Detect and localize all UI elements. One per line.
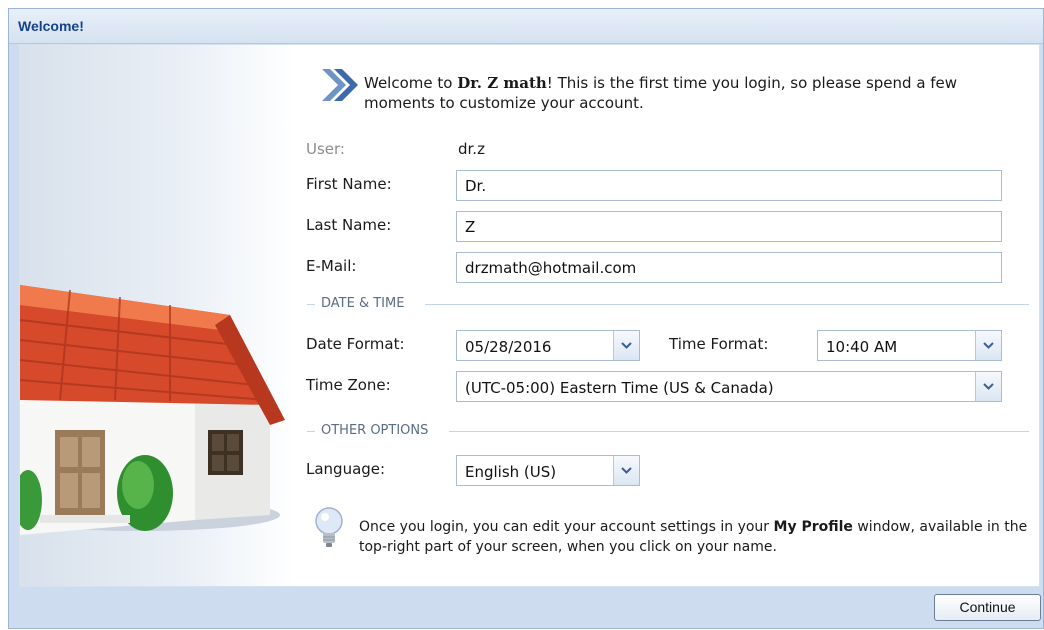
chevron-down-icon	[983, 383, 994, 390]
time-format-label: Time Format:	[669, 335, 769, 353]
profile-hint: Once you login, you can edit your accoun…	[359, 517, 1029, 557]
section-divider	[307, 304, 315, 305]
last-name-label: Last Name:	[306, 216, 392, 234]
language-value: English (US)	[465, 463, 557, 481]
time-format-dropdown-button[interactable]	[975, 331, 1001, 360]
footer-bar	[9, 585, 1043, 630]
time-format-select[interactable]: 10:40 AM	[817, 330, 1002, 361]
continue-button[interactable]: Continue	[934, 594, 1041, 621]
time-zone-value: (UTC-05:00) Eastern Time (US & Canada)	[465, 379, 774, 397]
section-divider	[449, 431, 1029, 432]
title-bar: Welcome!	[9, 9, 1043, 44]
language-label: Language:	[306, 460, 386, 478]
section-divider	[425, 304, 1029, 305]
other-options-section-title: OTHER OPTIONS	[321, 423, 429, 438]
brand-name: Dr. Z math	[457, 74, 547, 92]
chevron-down-icon	[621, 342, 632, 349]
double-chevron-icon	[322, 69, 358, 101]
language-select[interactable]: English (US)	[456, 455, 640, 486]
time-format-value: 10:40 AM	[826, 338, 898, 356]
language-dropdown-button[interactable]	[613, 456, 639, 485]
date-format-dropdown-button[interactable]	[613, 331, 639, 360]
hint-prefix: Once you login, you can edit your accoun…	[359, 519, 774, 535]
welcome-panel	[19, 44, 1040, 587]
hint-my-profile: My Profile	[773, 519, 853, 535]
user-label: User:	[306, 140, 345, 158]
lightbulb-icon	[315, 507, 343, 547]
first-name-label: First Name:	[306, 175, 392, 193]
welcome-prefix: Welcome to	[364, 74, 458, 92]
last-name-field[interactable]: Z	[456, 211, 1002, 242]
chevron-down-icon	[621, 467, 632, 474]
date-format-label: Date Format:	[306, 335, 405, 353]
time-zone-select[interactable]: (UTC-05:00) Eastern Time (US & Canada)	[456, 371, 1002, 402]
welcome-window: Welcome! Welcome to Dr. Z math! This is …	[8, 8, 1044, 629]
date-time-section-title: DATE & TIME	[321, 296, 405, 311]
user-value: dr.z	[458, 140, 485, 158]
welcome-message: Welcome to Dr. Z math! This is the first…	[364, 73, 994, 113]
time-zone-dropdown-button[interactable]	[975, 372, 1001, 401]
window-title: Welcome!	[18, 18, 84, 34]
email-field[interactable]: drzmath@hotmail.com	[456, 252, 1002, 283]
email-label: E-Mail:	[306, 257, 357, 275]
date-format-select[interactable]: 05/28/2016	[456, 330, 640, 361]
time-zone-label: Time Zone:	[306, 376, 391, 394]
chevron-down-icon	[983, 342, 994, 349]
section-divider	[307, 431, 315, 432]
house-illustration	[20, 285, 285, 535]
first-name-field[interactable]: Dr.	[456, 170, 1002, 201]
date-format-value: 05/28/2016	[465, 338, 552, 356]
